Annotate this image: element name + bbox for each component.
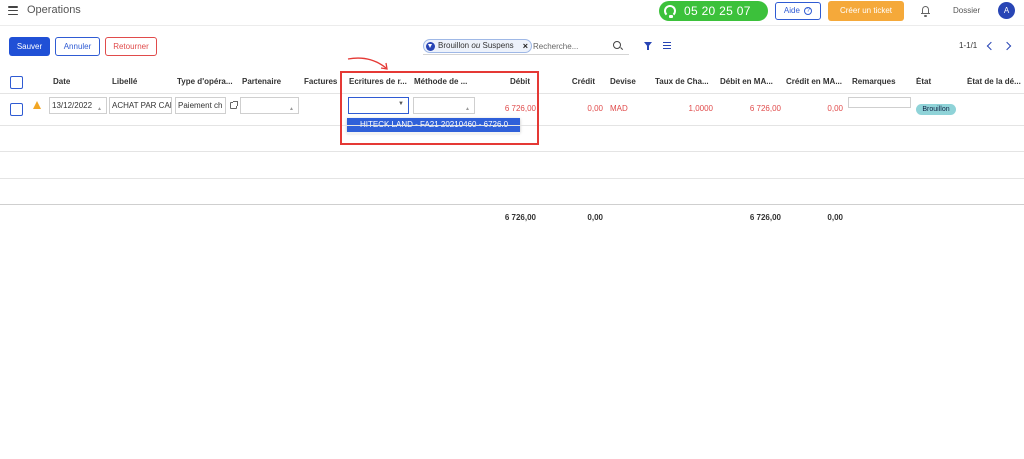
total-debit-mad: 6 726,00 [749,213,781,222]
header-divider [0,25,1024,26]
support-phone-number: 05 20 25 07 07 [684,4,751,38]
libelle-value: ACHAT PAR CAR [112,101,172,110]
annotation-arrow-icon [347,57,388,70]
date-field[interactable]: 13/12/2022 ▲ [49,97,107,114]
search-underline [423,54,629,55]
credit-value: 0,00 [587,104,603,113]
date-caret-icon: ▲ [97,106,102,112]
remove-facet-icon[interactable]: × [523,40,528,52]
row-divider [0,151,1024,152]
external-link-icon[interactable] [230,101,238,109]
help-button-label: Aide [783,6,800,15]
headset-icon [664,5,676,18]
row-checkbox[interactable] [10,103,23,116]
list-view-icon[interactable] [663,42,671,49]
facet-value-1: Brouillon [438,41,470,50]
question-icon: ? [804,6,813,15]
total-credit: 0,00 [587,213,603,222]
column-header-devise[interactable]: Devise [610,77,650,86]
partenaire-select[interactable]: ▲ [240,97,299,114]
search-bar: Brouillon ou Suspens × [423,38,629,55]
page-title: Operations [27,4,81,16]
total-debit: 6 726,00 [504,213,536,222]
hamburger-menu-icon[interactable] [8,6,18,16]
type-operation-field[interactable]: Paiement ch [175,97,226,114]
chevron-left-icon[interactable] [986,41,996,51]
remarques-input[interactable] [848,97,911,108]
pager-range[interactable]: 1-1/1 [959,41,977,50]
support-phone-button[interactable]: 05 20 25 07 07 [659,1,768,38]
create-ticket-button[interactable]: Créer un ticket [828,1,904,21]
chevron-right-icon[interactable] [1002,41,1012,51]
column-header-taux[interactable]: Taux de Cha... [655,77,715,86]
credit-mad-value: 0,00 [827,104,843,113]
totals-divider [0,204,1024,205]
type-operation-value: Paiement ch [178,101,223,110]
avatar[interactable]: A [998,2,1015,19]
annotation-highlight-box [340,71,539,145]
partenaire-caret-icon: ▲ [289,106,294,112]
column-header-debit-mad[interactable]: Débit en MA... [720,77,780,86]
return-button[interactable]: Retourner [105,37,157,56]
dossier-menu[interactable]: Dossier [953,6,980,15]
status-badge: Brouillon [916,104,956,115]
debit-mad-value: 6 726,00 [749,104,781,113]
libelle-field[interactable]: ACHAT PAR CAR [109,97,172,114]
date-value: 13/12/2022 [52,101,93,110]
column-header-remarques[interactable]: Remarques [852,77,907,86]
search-icon[interactable] [613,41,621,49]
column-header-etat-declaration[interactable]: État de la dé... [967,77,1024,86]
filter-toggle-icon[interactable] [644,42,652,50]
total-credit-mad: 0,00 [827,213,843,222]
row-divider [0,178,1024,179]
save-button[interactable]: Sauver [9,37,50,56]
top-bar: Operations 05 20 25 07 07 Aide ? Créer u… [0,0,1024,38]
column-header-partenaire[interactable]: Partenaire [242,77,297,86]
warning-icon [33,101,41,109]
search-facet[interactable]: Brouillon ou Suspens × [423,39,532,53]
select-all-checkbox[interactable] [10,76,23,89]
devise-value: MAD [610,104,628,113]
help-button[interactable]: Aide ? [775,2,821,20]
cancel-button[interactable]: Annuler [55,37,100,56]
column-header-libelle[interactable]: Libellé [112,77,167,86]
column-header-etat[interactable]: État [916,77,956,86]
facet-value-2: Suspens [482,41,514,50]
column-header-credit-mad[interactable]: Crédit en MA... [786,77,846,86]
facet-or: ou [471,41,481,50]
bell-icon[interactable] [921,6,930,17]
column-header-date[interactable]: Date [53,77,93,86]
search-input[interactable] [532,39,610,53]
taux-value: 1,0000 [688,104,713,113]
column-header-credit[interactable]: Crédit [550,77,595,86]
column-header-type-operation[interactable]: Type d'opéra... [177,77,237,86]
filter-icon [426,42,435,51]
column-header-factures[interactable]: Factures [304,77,344,86]
